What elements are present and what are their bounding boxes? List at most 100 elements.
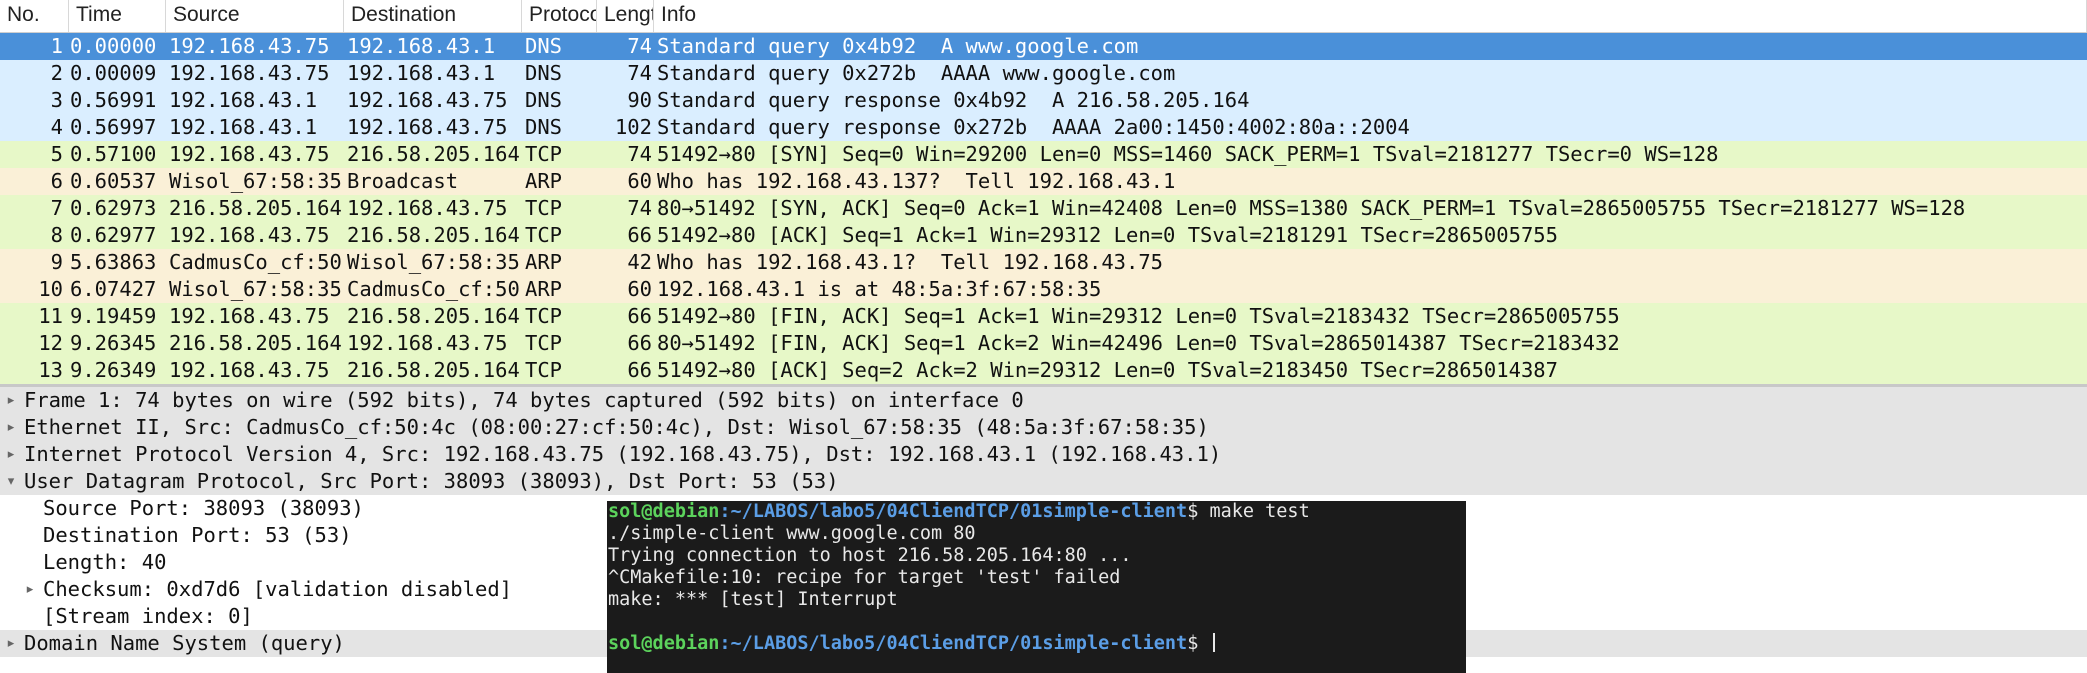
column-header-time[interactable]: Time (69, 0, 166, 32)
packet-no-cell: 12 (38, 331, 63, 355)
packet-time-cell: 0.62973 (70, 196, 157, 220)
packet-protocol-cell: DNS (525, 88, 563, 112)
packet-source-cell: 192.168.43.75 (169, 34, 330, 58)
packet-time-cell: 0.56991 (70, 88, 157, 112)
packet-time-cell: 0.00000 (70, 34, 157, 58)
packet-time-cell: 9.26345 (70, 331, 157, 355)
terminal-prompt-line[interactable]: sol@debian:~/LABOS/labo5/04CliendTCP/01s… (608, 633, 1216, 655)
packet-length-cell: 42 (627, 250, 652, 274)
column-header-info[interactable]: Info (654, 0, 2087, 32)
collapsed-arrow-icon[interactable]: ▸ (23, 576, 37, 603)
packet-length-cell: 60 (627, 169, 652, 193)
packet-source-cell: CadmusCo_cf:50:4c (169, 250, 341, 274)
packet-info-cell: 51492→80 [ACK] Seq=2 Ack=2 Win=29312 Len… (657, 358, 1558, 382)
packet-protocol-cell: DNS (525, 115, 563, 139)
expanded-arrow-icon[interactable]: ▾ (4, 468, 18, 495)
packet-source-cell: 192.168.43.75 (169, 61, 330, 85)
packet-info-cell: 80→51492 [FIN, ACK] Seq=1 Ack=2 Win=4249… (657, 331, 1620, 355)
packet-row[interactable]: 2 0.00009 192.168.43.75 192.168.43.1 DNS 74 St… (0, 60, 2087, 87)
packet-length-cell: 74 (627, 196, 652, 220)
column-header-length[interactable]: Length (597, 0, 654, 32)
detail-tree-label: Checksum: 0xd7d6 [validation disabled] (43, 577, 512, 601)
packet-info-cell: 51492→80 [FIN, ACK] Seq=1 Ack=1 Win=2931… (657, 304, 1620, 328)
packet-no-cell: 5 (50, 142, 63, 166)
packet-no-cell: 13 (38, 358, 63, 382)
packet-row[interactable]: 12 9.26345 216.58.205.164 192.168.43.75 TCP 6… (0, 330, 2087, 357)
packet-protocol-cell: TCP (525, 223, 563, 247)
collapsed-arrow-icon[interactable]: ▸ (4, 414, 18, 441)
packet-row[interactable]: 8 0.62977 192.168.43.75 216.58.205.164 TCP 66… (0, 222, 2087, 249)
packet-source-cell: 192.168.43.75 (169, 304, 330, 328)
packet-row[interactable]: 13 9.26349 192.168.43.75 216.58.205.164 TCP 6… (0, 357, 2087, 384)
packet-source-cell: 192.168.43.75 (169, 142, 330, 166)
packet-info-cell: Standard query response 0x4b92 A 216.58.… (657, 88, 1250, 112)
collapsed-arrow-icon[interactable]: ▸ (4, 387, 18, 414)
packet-info-cell: 80→51492 [SYN, ACK] Seq=0 Ack=1 Win=4240… (657, 196, 1966, 220)
packet-length-cell: 90 (627, 88, 652, 112)
packet-destination-cell: Wisol_67:58:35 (347, 250, 519, 274)
packet-length-cell: 66 (627, 358, 652, 382)
column-header-protocol[interactable]: Protocol (522, 0, 597, 32)
packet-length-cell: 66 (627, 223, 652, 247)
packet-no-cell: 10 (38, 277, 63, 301)
collapsed-arrow-icon[interactable]: ▸ (4, 441, 18, 468)
packet-source-cell: Wisol_67:58:35 (169, 277, 341, 301)
collapsed-arrow-icon[interactable]: ▸ (4, 630, 18, 657)
detail-tree-item[interactable]: ▸ Frame 1: 74 bytes on wire (592 bits), 7… (0, 387, 2087, 414)
packet-length-cell: 60 (627, 277, 652, 301)
packet-time-cell: 0.60537 (70, 169, 157, 193)
packet-time-cell: 6.07427 (70, 277, 157, 301)
terminal-command: make test (1198, 501, 1310, 522)
packet-row[interactable]: 6 0.60537 Wisol_67:58:35 Broadcast ARP 60 Who … (0, 168, 2087, 195)
packet-protocol-cell: TCP (525, 304, 563, 328)
detail-tree-item[interactable]: ▸ Internet Protocol Version 4, Src: 192.1… (0, 441, 2087, 468)
packet-info-cell: Who has 192.168.43.1? Tell 192.168.43.75 (657, 250, 1164, 274)
column-header-destination[interactable]: Destination (344, 0, 522, 32)
terminal-path: :~/LABOS/labo5/04CliendTCP/01simple-clie… (719, 501, 1188, 522)
packet-source-cell: 192.168.43.75 (169, 358, 330, 382)
terminal-window[interactable]: sol@debian:~/LABOS/labo5/04CliendTCP/01s… (607, 501, 1466, 673)
packet-time-cell: 0.00009 (70, 61, 157, 85)
packet-row[interactable]: 11 9.19459 192.168.43.75 216.58.205.164 TCP 6… (0, 303, 2087, 330)
packet-row[interactable]: 3 0.56991 192.168.43.1 192.168.43.75 DNS 90 St… (0, 87, 2087, 114)
packet-info-cell: 51492→80 [SYN] Seq=0 Win=29200 Len=0 MSS… (657, 142, 1719, 166)
packet-destination-cell: CadmusCo_cf:50:4c (347, 277, 519, 301)
packet-row[interactable]: 4 0.56997 192.168.43.1 192.168.43.75 DNS 102 S… (0, 114, 2087, 141)
packet-destination-cell: 192.168.43.1 (347, 61, 496, 85)
terminal-output-line: make: *** [test] Interrupt (608, 589, 898, 610)
detail-tree-label: [Stream index: 0] (43, 604, 253, 628)
packet-info-cell: Standard query response 0x272b AAAA 2a00… (657, 115, 1410, 139)
detail-tree-label: Domain Name System (query) (24, 631, 345, 655)
packet-source-cell: 216.58.205.164 (169, 196, 341, 220)
column-header-no[interactable]: No. (0, 0, 69, 32)
packet-protocol-cell: ARP (525, 277, 563, 301)
packet-row[interactable]: 10 6.07427 Wisol_67:58:35CadmusCo_cf:50:4c… (0, 276, 2087, 303)
packet-protocol-cell: TCP (525, 196, 563, 220)
packet-no-cell: 3 (50, 88, 63, 112)
packet-destination-cell: Broadcast (347, 169, 459, 193)
detail-tree-item[interactable]: ▾ User Datagram Protocol, Src Port: 38093… (0, 468, 2087, 495)
packet-no-cell: 9 (50, 250, 63, 274)
packet-no-cell: 2 (50, 61, 63, 85)
packet-destination-cell: 192.168.43.75 (347, 331, 508, 355)
packet-length-cell: 74 (627, 142, 652, 166)
detail-tree-label: Destination Port: 53 (53) (43, 523, 352, 547)
packet-no-cell: 4 (50, 115, 63, 139)
packet-time-cell: 0.62977 (70, 223, 157, 247)
packet-row[interactable]: 1 0.00000 192.168.43.75 192.168.43.1 DNS 74 St… (0, 33, 2087, 60)
packet-row[interactable]: 9 5.63863 CadmusCo_cf:50:4cWisol_67:58:35A… (0, 249, 2087, 276)
terminal-user-host: sol@debian (608, 501, 720, 522)
packet-length-cell: 66 (627, 331, 652, 355)
packet-no-cell: 11 (38, 304, 63, 328)
packet-row[interactable]: 7 0.62973 216.58.205.164 192.168.43.75 TCP 74… (0, 195, 2087, 222)
terminal-prompt-symbol: $ (1187, 633, 1199, 654)
detail-tree-item[interactable]: ▸ Ethernet II, Src: CadmusCo_cf:50:4c (08… (0, 414, 2087, 441)
column-header-source[interactable]: Source (166, 0, 344, 32)
terminal-prompt-line: sol@debian:~/LABOS/labo5/04CliendTCP/01s… (608, 501, 1310, 523)
packet-info-cell: 51492→80 [ACK] Seq=1 Ack=1 Win=29312 Len… (657, 223, 1558, 247)
packet-row[interactable]: 5 0.57100 192.168.43.75 216.58.205.164 TCP 74… (0, 141, 2087, 168)
packet-time-cell: 9.19459 (70, 304, 157, 328)
terminal-input[interactable] (1198, 633, 1209, 654)
packet-length-cell: 102 (614, 115, 652, 139)
packet-info-cell: Standard query 0x4b92 A www.google.com (657, 34, 1139, 58)
